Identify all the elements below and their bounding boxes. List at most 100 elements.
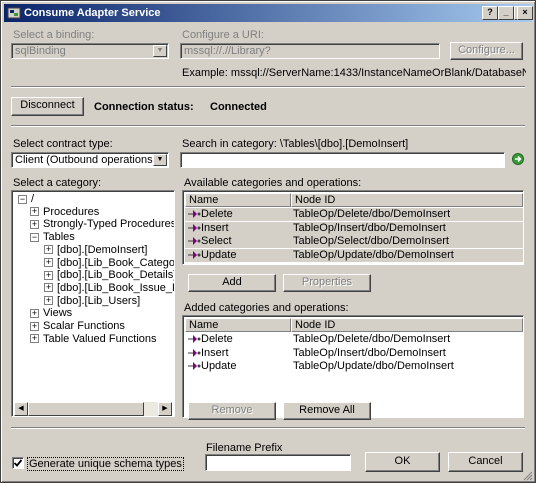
properties-button[interactable]: Properties — [283, 274, 371, 292]
operation-name: Update — [201, 360, 237, 373]
list-row[interactable]: Insert TableOp/Insert/dbo/DemoInsert — [185, 347, 523, 360]
tree-item-label: / — [31, 193, 35, 205]
col-name-header[interactable]: Name — [185, 193, 291, 207]
operation-node-id: TableOp/Delete/dbo/DemoInsert — [293, 208, 451, 220]
connection-status-label: Connection status: — [94, 101, 194, 113]
list-row[interactable]: Update TableOp/Update/dbo/DemoInsert — [185, 248, 523, 262]
generate-unique-checkbox[interactable] — [12, 457, 24, 469]
expand-icon[interactable]: + — [30, 207, 39, 217]
contract-type-label: Select contract type: — [13, 138, 113, 150]
tree-item-label: Scalar Functions — [43, 320, 125, 332]
chevron-down-icon: ▼ — [153, 154, 167, 166]
expand-icon[interactable]: + — [30, 219, 39, 229]
contract-type-select[interactable]: Client (Outbound operations) ▼ — [11, 152, 169, 168]
expand-icon[interactable]: + — [30, 321, 39, 331]
window-title: Consume Adapter Service — [24, 7, 161, 19]
operation-icon — [188, 348, 201, 357]
uri-label: Configure a URI: — [182, 29, 264, 41]
expand-icon[interactable]: + — [44, 270, 53, 280]
binding-value: sqlBinding — [15, 45, 66, 57]
tree-item-label: Table Valued Functions — [43, 332, 157, 345]
tree-item-label: [dbo].[Lib_Book_Categories] — [57, 256, 175, 269]
col-node-header[interactable]: Node ID — [291, 193, 523, 207]
tree-item-label: Views — [43, 307, 73, 320]
operation-icon — [188, 250, 201, 259]
tree-item-label: Strongly-Typed Procedures — [43, 218, 175, 231]
chevron-down-icon: ▼ — [153, 45, 167, 57]
tree-item[interactable]: + Procedures — [30, 206, 99, 219]
list-row[interactable]: Select TableOp/Select/dbo/DemoInsert — [185, 235, 523, 249]
list-row[interactable]: Update TableOp/Update/dbo/DemoInsert — [185, 360, 523, 373]
connection-status-value: Connected — [210, 101, 267, 113]
tree-item-label: [dbo].[Lib_Book_Issue_Details] — [57, 281, 174, 294]
tree-item[interactable]: + Views — [30, 307, 72, 320]
list-row[interactable]: Delete TableOp/Delete/dbo/DemoInsert — [185, 333, 523, 346]
separator — [11, 125, 525, 127]
category-tree[interactable]: − / + Procedures + Strongly-Typed Procedures −… — [11, 190, 175, 417]
tree-horizontal-scrollbar[interactable]: ◀ ▶ — [14, 402, 172, 416]
collapse-icon[interactable]: − — [18, 194, 27, 204]
filename-prefix-input[interactable] — [205, 454, 351, 471]
operation-icon — [188, 210, 201, 219]
resize-grip-icon[interactable] — [521, 469, 533, 481]
list-row[interactable]: Insert TableOp/Insert/dbo/DemoInsert — [185, 221, 523, 235]
expand-icon[interactable]: + — [44, 258, 53, 268]
generate-unique-label[interactable]: Generate unique schema types — [27, 457, 184, 471]
expand-icon[interactable]: + — [44, 283, 53, 293]
add-button[interactable]: Add — [188, 274, 276, 292]
search-input[interactable] — [180, 152, 505, 168]
tree-item[interactable]: + Scalar Functions — [30, 320, 125, 333]
tree-item-label: [dbo].[DemoInsert] — [57, 243, 148, 256]
help-button[interactable]: ? — [482, 6, 498, 20]
close-button[interactable]: × — [517, 6, 533, 20]
tree-item-label: Tables — [43, 231, 75, 244]
collapse-icon[interactable]: − — [30, 232, 39, 242]
tree-item[interactable]: + [dbo].[DemoInsert] — [44, 244, 148, 257]
scroll-right-icon[interactable]: ▶ — [158, 402, 172, 416]
search-category-label: Search in category: \Tables\[dbo].[DemoI… — [182, 138, 409, 150]
col-node-header[interactable]: Node ID — [291, 318, 523, 332]
operation-node-id: TableOp/Update/dbo/DemoInsert — [293, 360, 454, 373]
checkmark-icon — [13, 459, 23, 467]
list-row[interactable]: Delete TableOp/Delete/dbo/DemoInsert — [185, 208, 523, 221]
scroll-thumb[interactable] — [28, 402, 144, 416]
configure-button[interactable]: Configure... — [450, 42, 523, 60]
expand-icon[interactable]: + — [44, 245, 53, 255]
remove-button[interactable]: Remove — [188, 402, 276, 420]
tree-item[interactable]: + [dbo].[Lib_Book_Details] — [44, 269, 175, 282]
tree-item-label: [dbo].[Lib_Book_Details] — [57, 269, 175, 282]
remove-all-button[interactable]: Remove All — [283, 402, 371, 420]
contract-type-value: Client (Outbound operations) — [15, 154, 157, 166]
tree-item[interactable]: + [dbo].[Lib_Book_Categories] — [44, 256, 175, 270]
col-name-header[interactable]: Name — [185, 318, 291, 332]
tree-item-label: Procedures — [43, 205, 100, 218]
tree-item[interactable]: − / — [18, 193, 34, 206]
tree-item[interactable]: + [dbo].[Lib_Users] — [44, 295, 140, 308]
cancel-button[interactable]: Cancel — [448, 452, 523, 472]
available-list[interactable]: Name Node ID Delete TableOp/Delete/dbo/De… — [182, 190, 524, 265]
search-go-icon[interactable] — [512, 153, 524, 165]
tree-item[interactable]: + Table Valued Functions — [30, 333, 157, 346]
operation-icon — [188, 237, 201, 246]
binding-select[interactable]: sqlBinding ▼ — [11, 43, 169, 59]
operation-node-id: TableOp/Delete/dbo/DemoInsert — [293, 333, 451, 345]
app-icon — [7, 7, 21, 19]
ok-button[interactable]: OK — [365, 452, 440, 472]
tree-item[interactable]: + [dbo].[Lib_Book_Issue_Details] — [44, 281, 174, 295]
operation-name: Update — [201, 248, 237, 261]
uri-value: mssql://.//Library? — [184, 45, 271, 57]
scroll-left-icon[interactable]: ◀ — [14, 402, 28, 416]
expand-icon[interactable]: + — [30, 308, 39, 318]
tree-item[interactable]: + Strongly-Typed Procedures — [30, 218, 175, 231]
operation-name: Insert — [201, 346, 229, 359]
operation-node-id: TableOp/Update/dbo/DemoInsert — [293, 248, 454, 261]
disconnect-button[interactable]: Disconnect — [11, 97, 84, 116]
separator — [11, 86, 525, 88]
tree-item[interactable]: − Tables — [30, 231, 75, 244]
uri-input[interactable]: mssql://.//Library? — [180, 43, 440, 59]
filename-prefix-label: Filename Prefix — [206, 442, 283, 454]
expand-icon[interactable]: + — [30, 334, 39, 344]
operation-node-id: TableOp/Insert/dbo/DemoInsert — [293, 221, 446, 234]
expand-icon[interactable]: + — [44, 296, 53, 306]
minimize-button[interactable]: _ — [498, 6, 514, 20]
